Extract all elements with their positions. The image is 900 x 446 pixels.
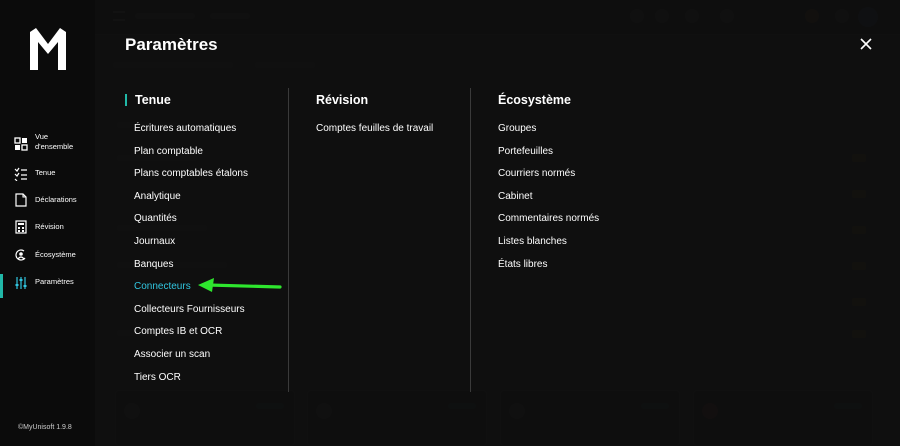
menu-item-courriers-normes[interactable]: Courriers normés (498, 167, 599, 190)
menu-item-listes-blanches[interactable]: Listes blanches (498, 235, 599, 258)
menu-item-portefeuilles[interactable]: Portefeuilles (498, 145, 599, 168)
panel-title: Paramètres (125, 35, 218, 54)
menu-item-plan-comptable[interactable]: Plan comptable (134, 145, 248, 168)
sidebar-item-label: Révision (35, 222, 64, 231)
active-indicator (0, 274, 3, 298)
column-revision: Révision Comptes feuilles de travail (316, 88, 433, 145)
close-button[interactable] (856, 34, 876, 54)
myunisoft-logo (30, 28, 66, 70)
menu-item-collecteurs-fournisseurs[interactable]: Collecteurs Fournisseurs (134, 303, 248, 326)
sidebar-item-label: Paramètres (35, 277, 74, 286)
dashboard-grid-icon (14, 137, 28, 151)
sidebar-item-label: Vue d'ensemble (35, 132, 74, 151)
sidebar-item-vue-ensemble[interactable]: Vue d'ensemble (0, 132, 95, 152)
column-divider (288, 88, 289, 392)
sidebar-item-parametres[interactable]: Paramètres (0, 274, 95, 298)
sidebar-item-ecosysteme[interactable]: Écosystème (0, 249, 95, 264)
sidebar-item-declarations[interactable]: Déclarations (0, 193, 95, 209)
sidebar-item-label: Écosystème (35, 250, 76, 259)
ecosystem-person-icon (15, 249, 26, 261)
annotation-arrow-icon (198, 278, 282, 292)
sidebar-item-tenue[interactable]: Tenue (0, 167, 95, 182)
column-tenue: Tenue Écritures automatiques Plan compta… (125, 88, 248, 393)
menu-item-cabinet[interactable]: Cabinet (498, 190, 599, 213)
version-footer: ©MyUnisoft 1.9.8 (18, 424, 72, 431)
menu-item-comptes-feuilles-de-travail[interactable]: Comptes feuilles de travail (316, 122, 433, 145)
menu-item-analytique[interactable]: Analytique (134, 190, 248, 213)
list-checklist-icon (14, 167, 27, 181)
sidebar-item-label: Tenue (35, 168, 56, 177)
sidebar-item-revision[interactable]: Révision (0, 220, 95, 236)
close-icon (860, 38, 872, 50)
column-ecosysteme: Écosystème Groupes Portefeuilles Courrie… (498, 88, 599, 280)
sliders-settings-icon (15, 277, 27, 289)
sidebar-item-label: Déclarations (35, 195, 77, 204)
column-heading-tenue: Tenue (125, 88, 248, 112)
column-divider (470, 88, 471, 392)
menu-item-tiers-ocr[interactable]: Tiers OCR (134, 371, 248, 394)
calculator-icon (15, 220, 27, 234)
menu-item-etats-libres[interactable]: États libres (498, 258, 599, 281)
menu-item-plans-comptables-etalons[interactable]: Plans comptables étalons (134, 167, 248, 190)
menu-item-comptes-ib-ocr[interactable]: Comptes IB et OCR (134, 325, 248, 348)
menu-item-quantites[interactable]: Quantités (134, 212, 248, 235)
menu-item-ecritures-automatiques[interactable]: Écritures automatiques (134, 122, 248, 145)
menu-item-associer-un-scan[interactable]: Associer un scan (134, 348, 248, 371)
column-heading-ecosysteme: Écosystème (498, 93, 571, 107)
menu-item-groupes[interactable]: Groupes (498, 122, 599, 145)
sidebar: Vue d'ensemble Tenue Déclarations Révisi… (0, 0, 95, 446)
document-declaration-icon (15, 193, 27, 207)
menu-item-commentaires-normes[interactable]: Commentaires normés (498, 212, 599, 235)
menu-item-journaux[interactable]: Journaux (134, 235, 248, 258)
column-heading-revision: Révision (316, 93, 369, 107)
